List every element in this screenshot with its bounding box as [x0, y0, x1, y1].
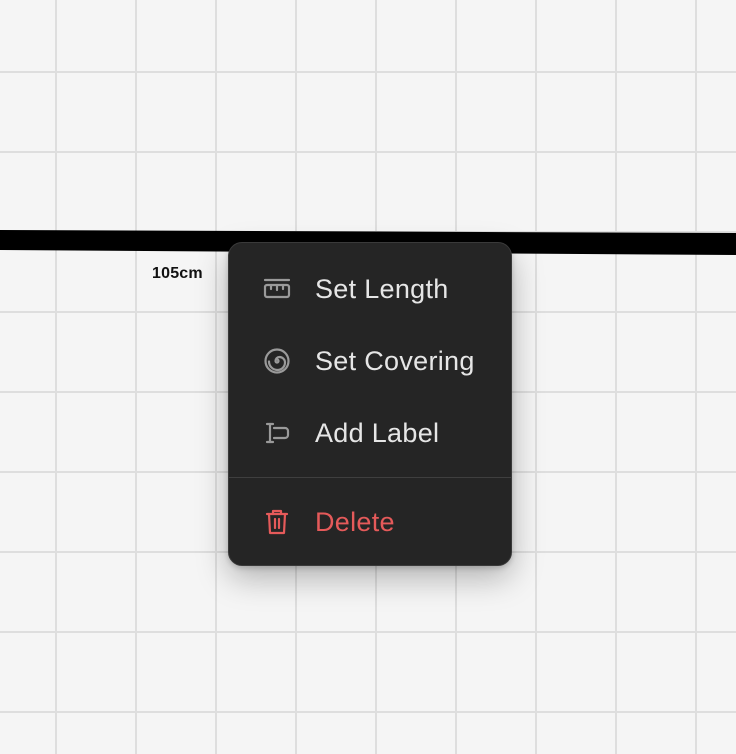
- trash-icon: [263, 508, 291, 536]
- menu-item-set-covering[interactable]: Set Covering: [229, 325, 511, 397]
- menu-separator: [229, 477, 511, 478]
- menu-item-label: Delete: [315, 506, 395, 537]
- context-menu: Set Length Set Covering Add Label Delete: [228, 242, 512, 566]
- floorplan-canvas[interactable]: 105cm Set Length Set Covering Add Label …: [0, 0, 736, 754]
- spiral-icon: [263, 347, 291, 375]
- menu-item-add-label[interactable]: Add Label: [229, 397, 511, 469]
- wall-length-label: 105cm: [152, 265, 203, 282]
- menu-item-delete[interactable]: Delete: [229, 486, 511, 558]
- text-cursor-icon: [263, 419, 291, 447]
- menu-item-label: Add Label: [315, 417, 440, 448]
- ruler-icon: [263, 275, 291, 303]
- menu-item-label: Set Length: [315, 273, 449, 304]
- menu-item-set-length[interactable]: Set Length: [229, 253, 511, 325]
- menu-item-label: Set Covering: [315, 345, 475, 376]
